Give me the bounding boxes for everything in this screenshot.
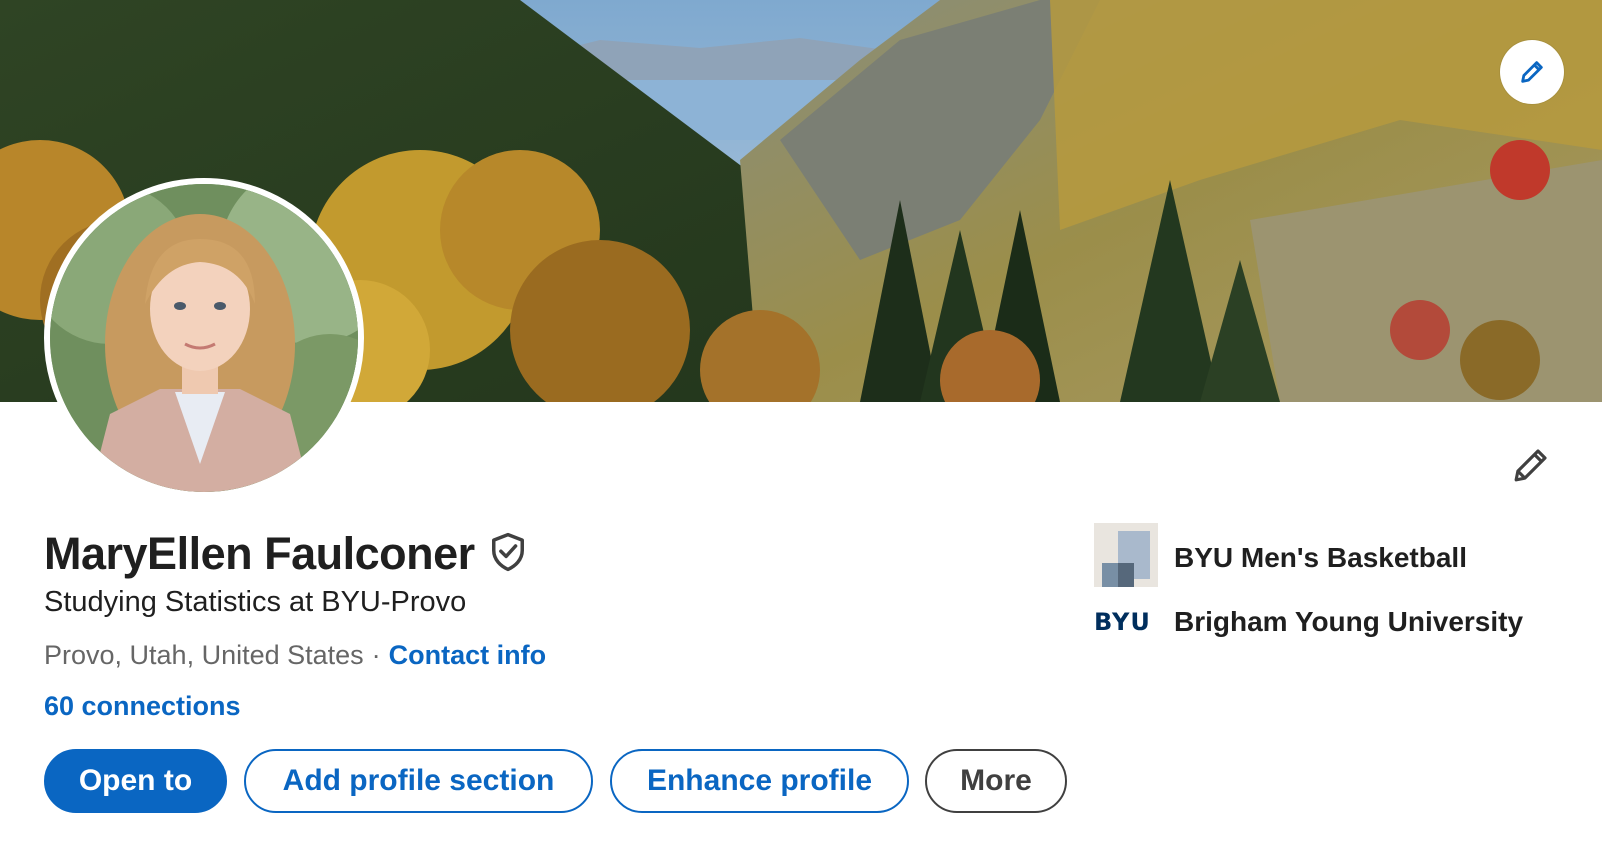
avatar[interactable] xyxy=(44,178,364,498)
edit-intro-button[interactable] xyxy=(1506,442,1556,492)
profile-headline: Studying Statistics at BYU-Provo xyxy=(44,586,467,618)
company-name: BYU Men's Basketball xyxy=(1174,541,1467,573)
school-name: Brigham Young University xyxy=(1174,606,1524,637)
connections-link[interactable]: 60 connections xyxy=(44,691,241,721)
profile-location: Provo, Utah, United States xyxy=(44,640,364,670)
add-profile-section-button[interactable]: Add profile section xyxy=(244,749,593,813)
contact-info-link[interactable]: Contact info xyxy=(389,640,546,670)
pencil-icon xyxy=(1510,444,1552,491)
profile-name: MaryEllen Faulconer xyxy=(44,528,475,579)
enhance-profile-button[interactable]: Enhance profile xyxy=(610,749,909,813)
location-row: Provo, Utah, United States · Contact info xyxy=(44,640,546,671)
profile-card: MaryEllen Faulconer Studying Statistics … xyxy=(0,0,1602,858)
byu-logo: BYU xyxy=(1094,608,1151,636)
connections-row: 60 connections xyxy=(44,691,241,722)
more-button[interactable]: More xyxy=(925,749,1067,813)
current-company[interactable]: BYU Men's Basketball xyxy=(1094,523,1467,592)
edit-cover-button[interactable] xyxy=(1500,40,1564,104)
verified-badge[interactable] xyxy=(489,531,527,578)
pencil-icon xyxy=(1518,58,1546,86)
separator-dot: · xyxy=(371,640,381,670)
name-row: MaryEllen Faulconer xyxy=(44,528,527,580)
open-to-button[interactable]: Open to xyxy=(44,749,227,813)
shield-check-icon xyxy=(489,531,527,578)
company-placeholder-logo-icon xyxy=(1094,523,1158,592)
education-school[interactable]: BYU Brigham Young University xyxy=(1094,606,1523,638)
